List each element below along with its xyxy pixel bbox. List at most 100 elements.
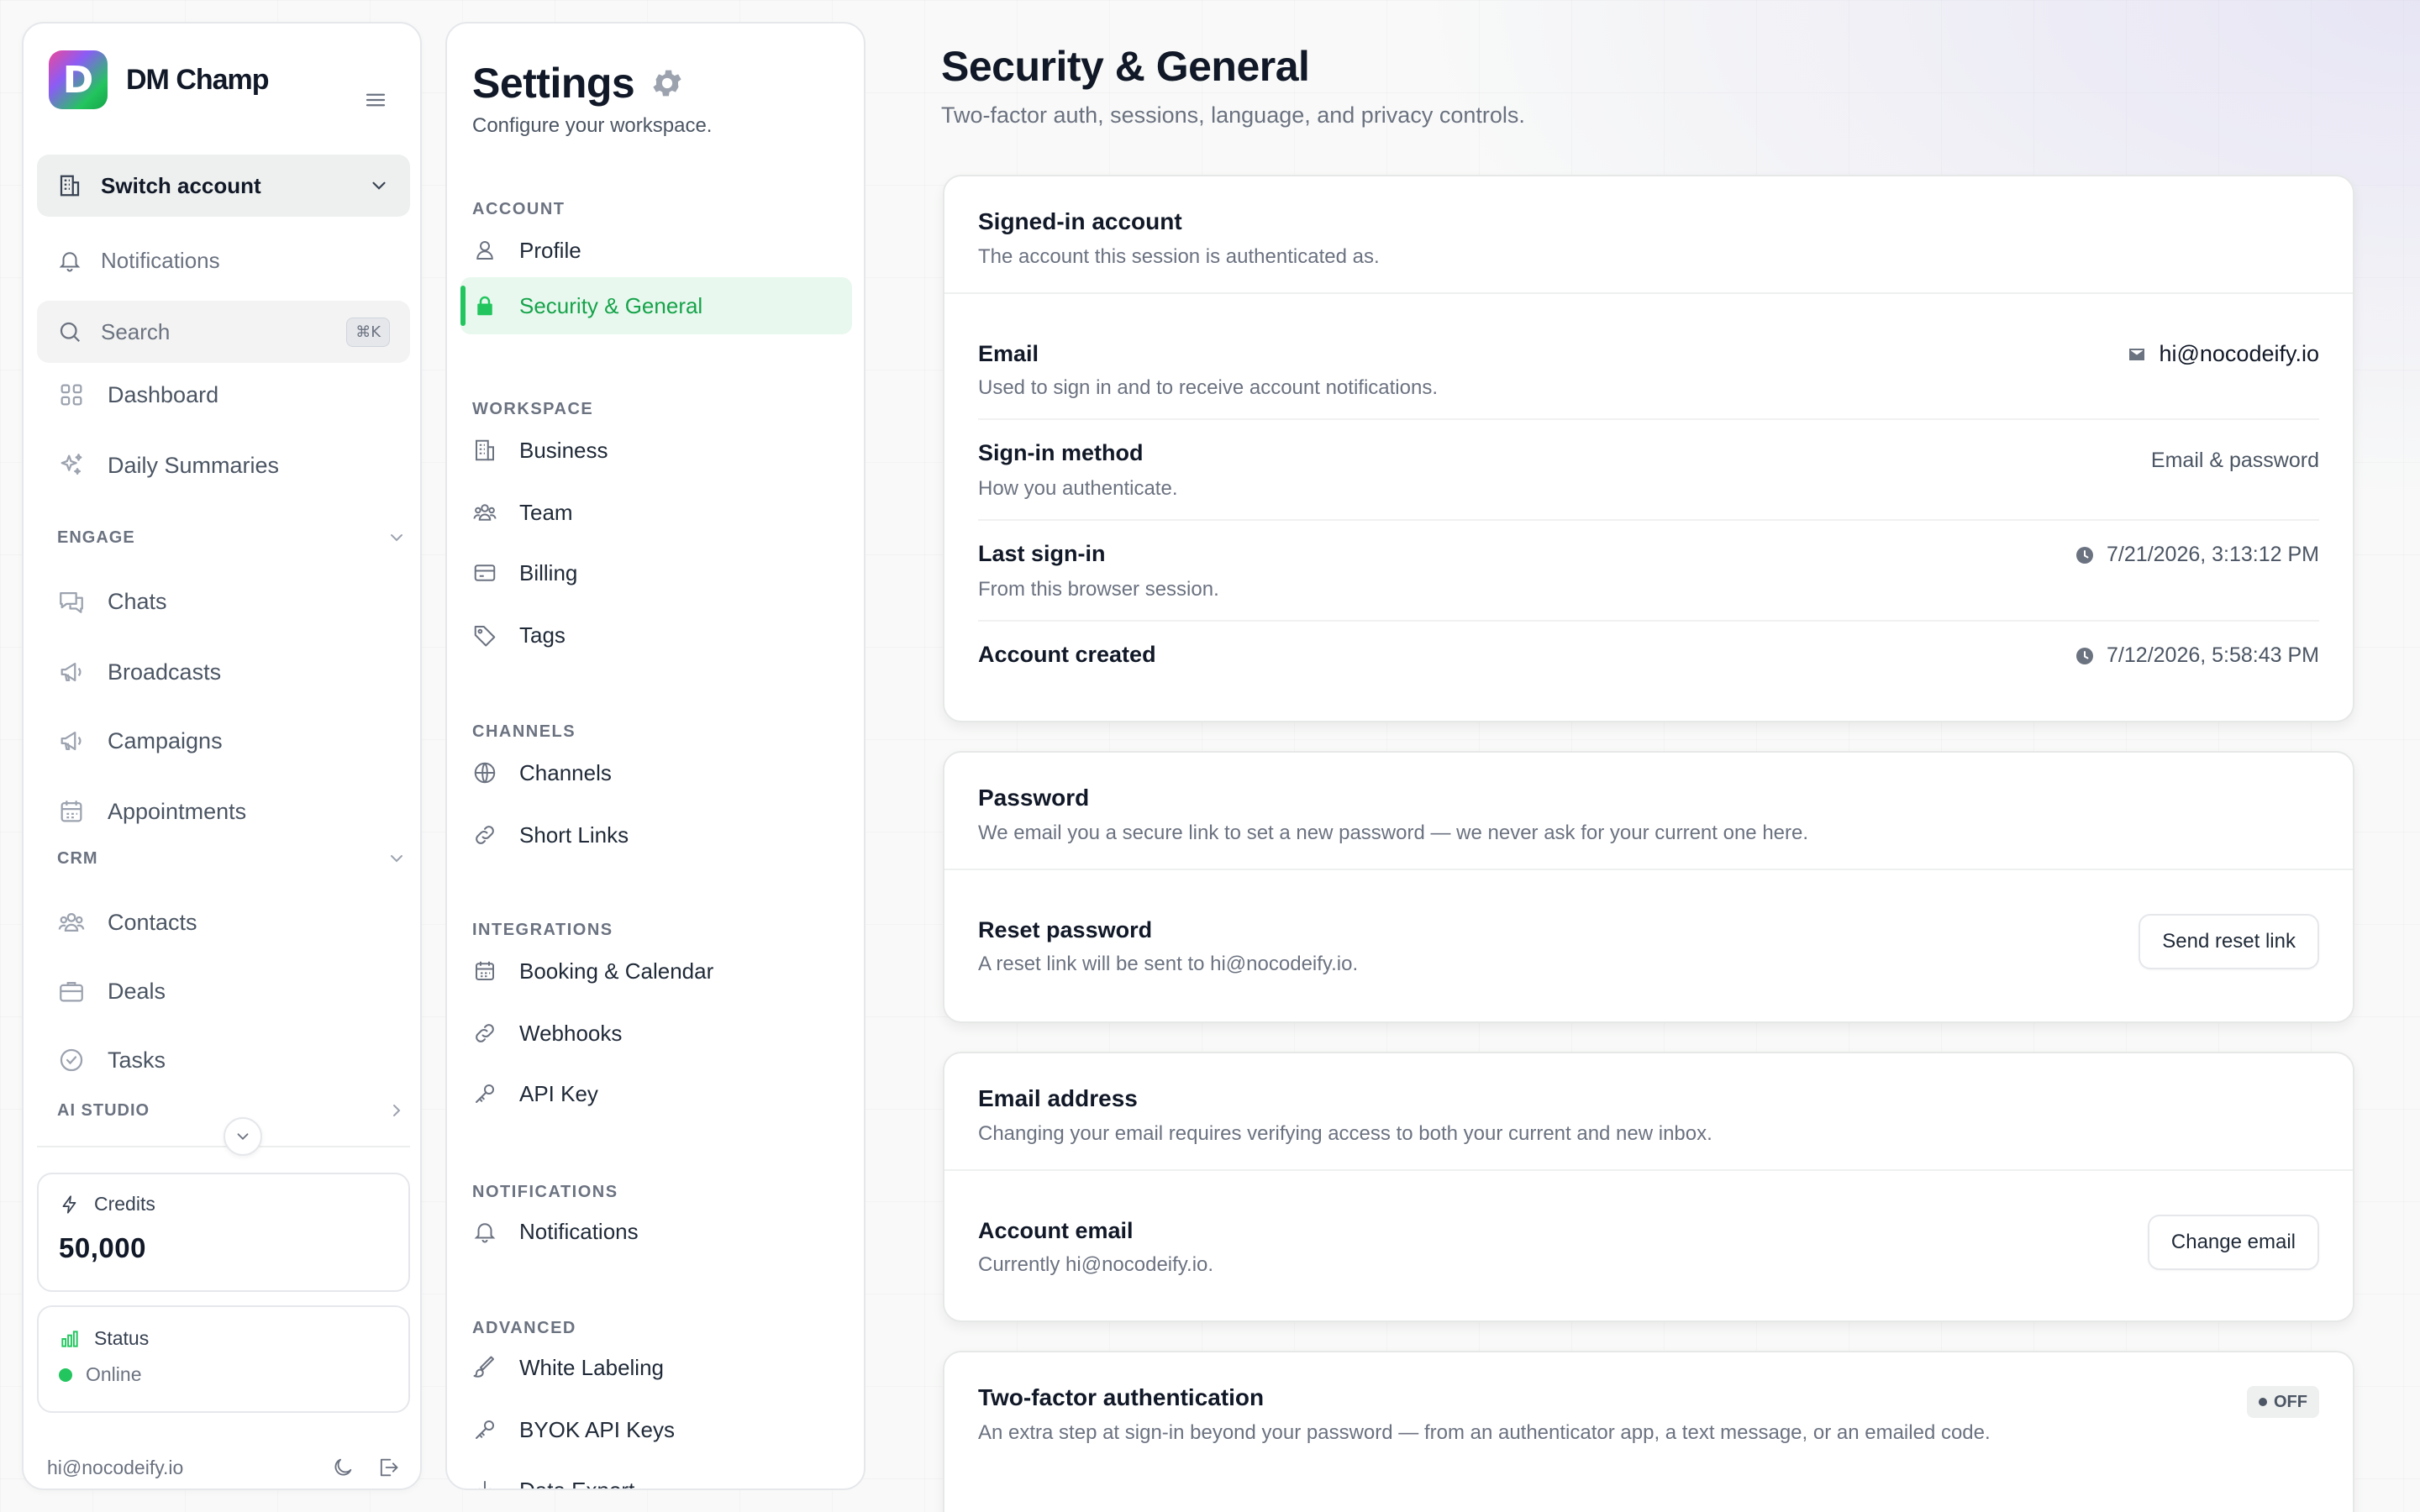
moon-icon[interactable] bbox=[331, 1456, 355, 1479]
calendar-icon bbox=[57, 797, 86, 826]
nav-white-labeling[interactable]: White Labeling bbox=[460, 1339, 852, 1396]
brand-name: DM Champ bbox=[126, 63, 270, 96]
globe-icon bbox=[472, 760, 497, 785]
sidebar-item-contacts[interactable]: Contacts bbox=[57, 897, 197, 948]
card-description: An extra step at sign-in beyond your pas… bbox=[978, 1421, 1991, 1444]
scroll-down-button[interactable] bbox=[224, 1117, 262, 1156]
status-card: Status Online bbox=[37, 1305, 410, 1413]
sidebar-item-campaigns[interactable]: Campaigns bbox=[57, 716, 223, 766]
users-icon bbox=[472, 500, 497, 525]
password-card: Password We email you a secure link to s… bbox=[943, 751, 2354, 1023]
nav-data-export[interactable]: Data Export bbox=[460, 1462, 852, 1488]
last-sign-in-row-desc: From this browser session. bbox=[978, 578, 1219, 601]
nav-label: Business bbox=[519, 437, 608, 463]
nav-profile[interactable]: Profile bbox=[460, 222, 852, 279]
card-title: Email address bbox=[978, 1085, 1138, 1111]
sidebar-item-label: Broadcasts bbox=[108, 659, 222, 685]
brand-logo-letter: D bbox=[62, 58, 94, 102]
status-dot bbox=[59, 1368, 72, 1382]
status-label: Status bbox=[94, 1327, 150, 1349]
two-factor-status-badge: OFF bbox=[2247, 1386, 2319, 1418]
status-value: Online bbox=[86, 1363, 142, 1385]
search-shortcut: ⌘K bbox=[346, 317, 390, 347]
nav-tags[interactable]: Tags bbox=[460, 606, 852, 664]
nav-business[interactable]: Business bbox=[460, 422, 852, 479]
notifications-label: Notifications bbox=[101, 247, 220, 273]
nav-notifications[interactable]: Notifications bbox=[460, 1203, 852, 1260]
dashboard-icon bbox=[57, 381, 86, 409]
card-title: Two-factor authentication bbox=[978, 1384, 1265, 1410]
section-notifications: NOTIFICATIONS bbox=[472, 1183, 618, 1201]
section-engage-header[interactable]: ENGAGE bbox=[57, 521, 410, 554]
nav-label: Notifications bbox=[519, 1218, 639, 1244]
card-title: Signed-in account bbox=[978, 208, 1182, 234]
card-description: The account this session is authenticate… bbox=[978, 245, 1380, 268]
change-email-button[interactable]: Change email bbox=[2147, 1215, 2319, 1270]
last-sign-in-row-title: Last sign-in bbox=[978, 541, 1106, 566]
mail-icon bbox=[2127, 344, 2147, 365]
card-description: We email you a secure link to set a new … bbox=[978, 822, 1809, 844]
nav-label: Billing bbox=[519, 559, 578, 585]
briefcase-icon bbox=[57, 977, 86, 1005]
chevron-down-icon bbox=[368, 175, 390, 197]
sidebar-item-chats[interactable]: Chats bbox=[57, 576, 167, 627]
sidebar-item-broadcasts[interactable]: Broadcasts bbox=[57, 647, 221, 697]
chat-icon bbox=[57, 587, 86, 616]
clock-icon bbox=[2075, 545, 2095, 565]
settings-subtitle: Configure your workspace. bbox=[472, 114, 713, 137]
logout-icon[interactable] bbox=[376, 1456, 400, 1479]
nav-booking-calendar[interactable]: Booking & Calendar bbox=[460, 942, 852, 1000]
last-sign-in-value: 7/21/2026, 3:13:12 PM bbox=[2075, 543, 2319, 567]
card-description: Changing your email requires verifying a… bbox=[978, 1122, 1712, 1145]
card-divider bbox=[944, 292, 2353, 294]
bar-chart-icon bbox=[59, 1328, 81, 1350]
credits-card: Credits 50,000 bbox=[37, 1173, 410, 1292]
chevron-down-icon bbox=[387, 848, 407, 869]
sidebar-item-dashboard[interactable]: Dashboard bbox=[57, 370, 218, 420]
sidebar-divider bbox=[37, 1146, 410, 1147]
nav-label: Booking & Calendar bbox=[519, 958, 714, 984]
nav-webhooks[interactable]: Webhooks bbox=[460, 1005, 852, 1062]
brand[interactable]: D DM Champ bbox=[49, 50, 270, 109]
section-workspace: WORKSPACE bbox=[472, 400, 594, 418]
nav-billing[interactable]: Billing bbox=[460, 544, 852, 601]
reset-password-row-desc: A reset link will be sent to hi@nocodeif… bbox=[978, 953, 1359, 975]
email-value: hi@nocodeify.io bbox=[2127, 341, 2319, 367]
nav-label: Profile bbox=[519, 237, 581, 263]
card-title: Password bbox=[978, 785, 1090, 811]
sidebar-footer: hi@nocodeify.io bbox=[47, 1446, 400, 1488]
nav-api-key[interactable]: API Key bbox=[460, 1065, 852, 1122]
switch-account-button[interactable]: Switch account bbox=[37, 155, 410, 217]
sidebar-item-label: Chats bbox=[108, 588, 167, 614]
nav-short-links[interactable]: Short Links bbox=[460, 806, 852, 864]
building-icon bbox=[472, 438, 497, 463]
nav-label: Tags bbox=[519, 622, 566, 648]
section-crm-header[interactable]: CRM bbox=[57, 842, 410, 875]
sidebar-item-label: Appointments bbox=[108, 798, 247, 824]
search-input[interactable]: Search ⌘K bbox=[37, 301, 410, 363]
sidebar-item-appointments[interactable]: Appointments bbox=[57, 786, 246, 837]
sign-in-method-row-title: Sign-in method bbox=[978, 440, 1144, 465]
two-factor-card: Two-factor authentication An extra step … bbox=[943, 1351, 2354, 1512]
status-dot bbox=[2259, 1398, 2267, 1406]
sidebar-item-label: Tasks bbox=[108, 1047, 166, 1073]
notifications-link[interactable]: Notifications bbox=[37, 235, 410, 286]
search-placeholder: Search bbox=[101, 318, 171, 344]
sidebar-item-deals[interactable]: Deals bbox=[57, 966, 166, 1016]
send-reset-link-button[interactable]: Send reset link bbox=[2139, 914, 2319, 969]
row-divider bbox=[978, 620, 2319, 622]
section-label: CRM bbox=[57, 848, 98, 868]
section-channels: CHANNELS bbox=[472, 722, 576, 741]
lightning-icon bbox=[59, 1194, 81, 1215]
sidebar-item-daily-summaries[interactable]: Daily Summaries bbox=[57, 440, 279, 491]
nav-label: Team bbox=[519, 499, 573, 525]
chevron-right-icon bbox=[387, 1100, 407, 1121]
reset-password-row-title: Reset password bbox=[978, 917, 1153, 942]
nav-team[interactable]: Team bbox=[460, 484, 852, 541]
nav-security-general[interactable]: Security & General bbox=[460, 277, 852, 334]
hamburger-menu-icon[interactable] bbox=[363, 87, 388, 113]
nav-byok-api-keys[interactable]: BYOK API Keys bbox=[460, 1401, 852, 1458]
switch-account-label: Switch account bbox=[101, 172, 261, 198]
sidebar-item-tasks[interactable]: Tasks bbox=[57, 1035, 166, 1085]
nav-channels[interactable]: Channels bbox=[460, 744, 852, 801]
